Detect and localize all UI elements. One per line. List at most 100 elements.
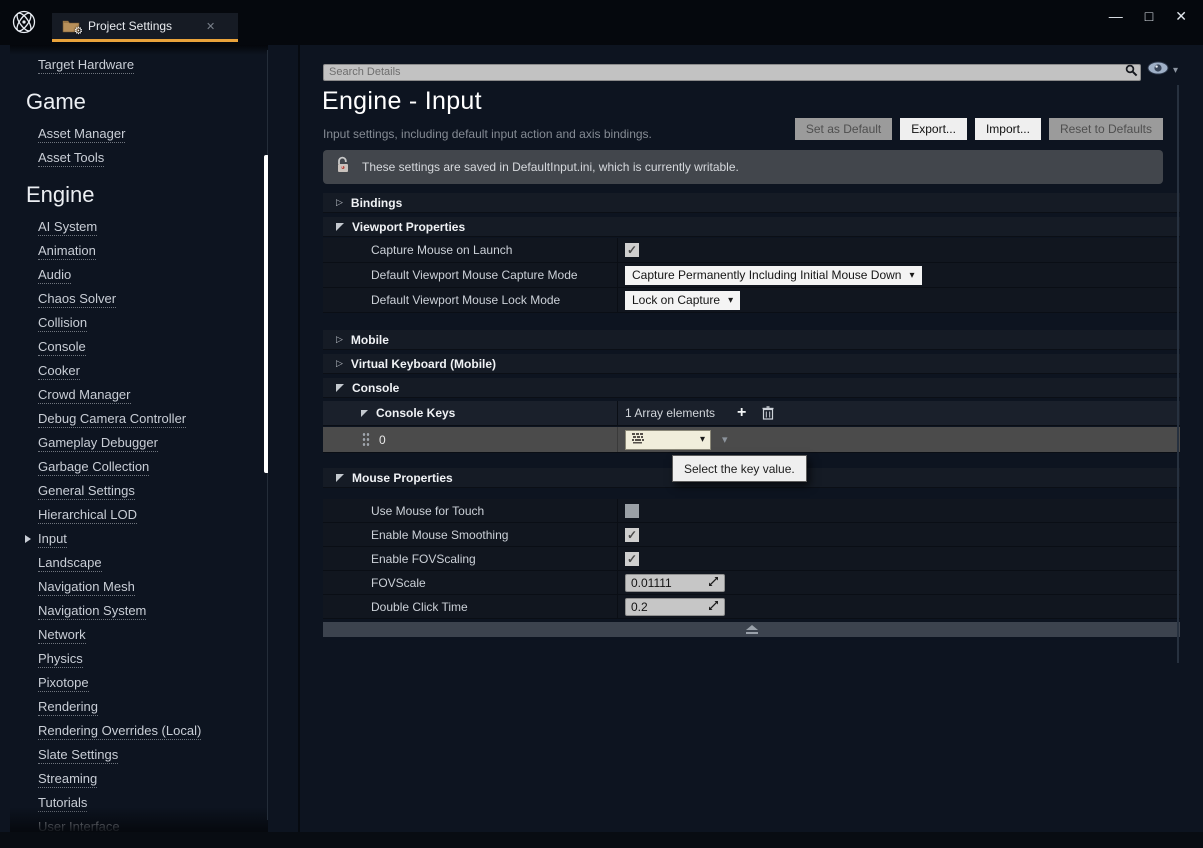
sidebar-item[interactable]: Network — [10, 623, 268, 647]
key-options-dropdown[interactable]: ▾ — [722, 433, 728, 446]
sidebar-item[interactable]: Asset Manager — [10, 122, 268, 146]
sidebar-item[interactable]: Audio — [10, 263, 268, 287]
sidebar-item-label: Collision — [38, 315, 87, 332]
double-click-time-input[interactable]: 0.2 — [625, 598, 725, 616]
sidebar-item[interactable]: User Interface — [10, 815, 268, 832]
sidebar-item-label: Input — [38, 531, 67, 548]
tab-close-icon[interactable]: ✕ — [206, 20, 215, 33]
details-scrollbar[interactable] — [1177, 85, 1179, 663]
export-button[interactable]: Export... — [900, 118, 967, 140]
chevron-down-icon: ▾ — [909, 270, 914, 281]
sidebar-item[interactable]: Slate Settings — [10, 743, 268, 767]
sidebar-item[interactable]: General Settings — [10, 479, 268, 503]
section-bindings[interactable]: ▷ Bindings — [323, 193, 1180, 213]
dropdown-value: Capture Permanently Including Initial Mo… — [632, 268, 901, 282]
sidebar-item[interactable]: Debug Camera Controller — [10, 407, 268, 431]
close-button[interactable]: ✕ — [1175, 6, 1187, 26]
sidebar-item[interactable]: Console — [10, 335, 268, 359]
sidebar-item-label: Console — [38, 339, 86, 356]
enable-mouse-smoothing-checkbox[interactable] — [625, 528, 639, 542]
eject-icon — [746, 625, 758, 634]
sidebar-item[interactable]: Gameplay Debugger — [10, 431, 268, 455]
view-options-button[interactable]: ▾ — [1147, 61, 1178, 80]
sidebar-item[interactable]: Rendering Overrides (Local) — [10, 719, 268, 743]
window-controls: — □ ✕ — [1109, 6, 1187, 26]
section-mobile[interactable]: ▷ Mobile — [323, 330, 1180, 350]
console-keys-label: Console Keys — [376, 406, 455, 420]
sidebar-item[interactable]: Garbage Collection — [10, 455, 268, 479]
minimize-button[interactable]: — — [1109, 6, 1123, 26]
section-label: Mobile — [351, 333, 389, 347]
collapse-details-strip[interactable] — [323, 622, 1180, 637]
search-bar — [323, 62, 1141, 79]
sidebar-item[interactable]: Hierarchical LOD — [10, 503, 268, 527]
sidebar-item[interactable]: Pixotope — [10, 671, 268, 695]
sidebar-item[interactable]: Navigation Mesh — [10, 575, 268, 599]
tab-project-settings[interactable]: ⚙ Project Settings ✕ — [52, 13, 238, 42]
fovscale-input[interactable]: 0.01111 — [625, 574, 725, 592]
console-key-array-row-0[interactable]: 0 ▾ — [323, 427, 1180, 453]
sidebar-item[interactable]: Cooker — [10, 359, 268, 383]
enable-fovscaling-checkbox[interactable] — [625, 552, 639, 566]
property-label: Default Viewport Mouse Lock Mode — [371, 293, 560, 307]
details-panel: ▾ Engine - Input Input settings, includi… — [300, 45, 1203, 848]
search-input[interactable] — [323, 64, 1141, 81]
tab-label: Project Settings — [88, 19, 172, 33]
sidebar-item[interactable]: Landscape — [10, 551, 268, 575]
sidebar-item-label: Navigation Mesh — [38, 579, 135, 596]
reset-to-defaults-button[interactable]: Reset to Defaults — [1049, 118, 1163, 140]
sidebar-item[interactable]: Crowd Manager — [10, 383, 268, 407]
sidebar-item-label: Asset Manager — [38, 126, 125, 143]
delete-elements-button[interactable] — [762, 406, 774, 420]
property-row: Enable Mouse Smoothing — [323, 523, 1180, 547]
import-button[interactable]: Import... — [975, 118, 1041, 140]
property-label: Capture Mouse on Launch — [371, 243, 512, 257]
sidebar-item-label: Chaos Solver — [38, 291, 116, 308]
key-select-combobox[interactable]: ▾ — [625, 430, 711, 450]
sidebar-item[interactable]: AI System — [10, 215, 268, 239]
sidebar-item[interactable]: Navigation System — [10, 599, 268, 623]
sidebar-item[interactable]: Streaming — [10, 767, 268, 791]
array-index-label: 0 — [379, 433, 386, 447]
mouse-lock-mode-dropdown[interactable]: Lock on Capture ▾ — [625, 291, 740, 310]
capture-mouse-on-launch-checkbox[interactable] — [625, 243, 639, 257]
section-label: Virtual Keyboard (Mobile) — [351, 357, 496, 371]
sidebar-item[interactable]: Target Hardware — [10, 53, 268, 77]
section-label: Viewport Properties — [352, 220, 465, 234]
use-mouse-for-touch-checkbox[interactable] — [625, 504, 639, 518]
sidebar-item[interactable]: Asset Tools — [10, 146, 268, 170]
section-virtual-keyboard[interactable]: ▷ Virtual Keyboard (Mobile) — [323, 354, 1180, 374]
sidebar-item-label: Asset Tools — [38, 150, 104, 167]
sidebar-item-label: Network — [38, 627, 86, 644]
sidebar-item[interactable]: Collision — [10, 311, 268, 335]
sidebar-item[interactable]: Physics — [10, 647, 268, 671]
drag-spinner-icon — [708, 576, 719, 590]
sidebar-item[interactable]: Input — [10, 527, 268, 551]
sidebar-item-label: Physics — [38, 651, 83, 668]
sidebar-item[interactable]: Animation — [10, 239, 268, 263]
triangle-expanded-icon — [336, 474, 344, 482]
sidebar-item[interactable]: Rendering — [10, 695, 268, 719]
section-viewport-properties[interactable]: Viewport Properties — [323, 217, 1180, 237]
section-console[interactable]: Console — [323, 378, 1180, 398]
triangle-expanded-icon — [361, 410, 368, 417]
settings-actions: Set as Default Export... Import... Reset… — [795, 118, 1163, 140]
maximize-button[interactable]: □ — [1145, 6, 1153, 26]
triangle-collapsed-icon: ▷ — [336, 198, 343, 207]
drag-handle[interactable] — [362, 432, 370, 448]
mouse-capture-mode-dropdown[interactable]: Capture Permanently Including Initial Mo… — [625, 266, 922, 285]
set-as-default-button[interactable]: Set as Default — [795, 118, 892, 140]
project-settings-folder-icon: ⚙ — [62, 19, 80, 33]
array-count-label: 1 Array elements — [625, 406, 715, 420]
property-row: Default Viewport Mouse Lock Mode Lock on… — [323, 288, 1180, 313]
sidebar-scrollbar-thumb[interactable] — [264, 155, 268, 473]
add-element-button[interactable]: + — [737, 405, 746, 421]
sidebar-item[interactable]: Chaos Solver — [10, 287, 268, 311]
section-label: Console — [352, 381, 399, 395]
settings-sidebar: Target Hardware Game Asset Manager Asset… — [10, 45, 268, 832]
console-keys-row[interactable]: Console Keys 1 Array elements + — [323, 401, 1180, 426]
property-label: Double Click Time — [371, 600, 468, 614]
sidebar-item-label: Hierarchical LOD — [38, 507, 137, 524]
sidebar-item[interactable]: Tutorials — [10, 791, 268, 815]
sidebar-item-label: Pixotope — [38, 675, 89, 692]
